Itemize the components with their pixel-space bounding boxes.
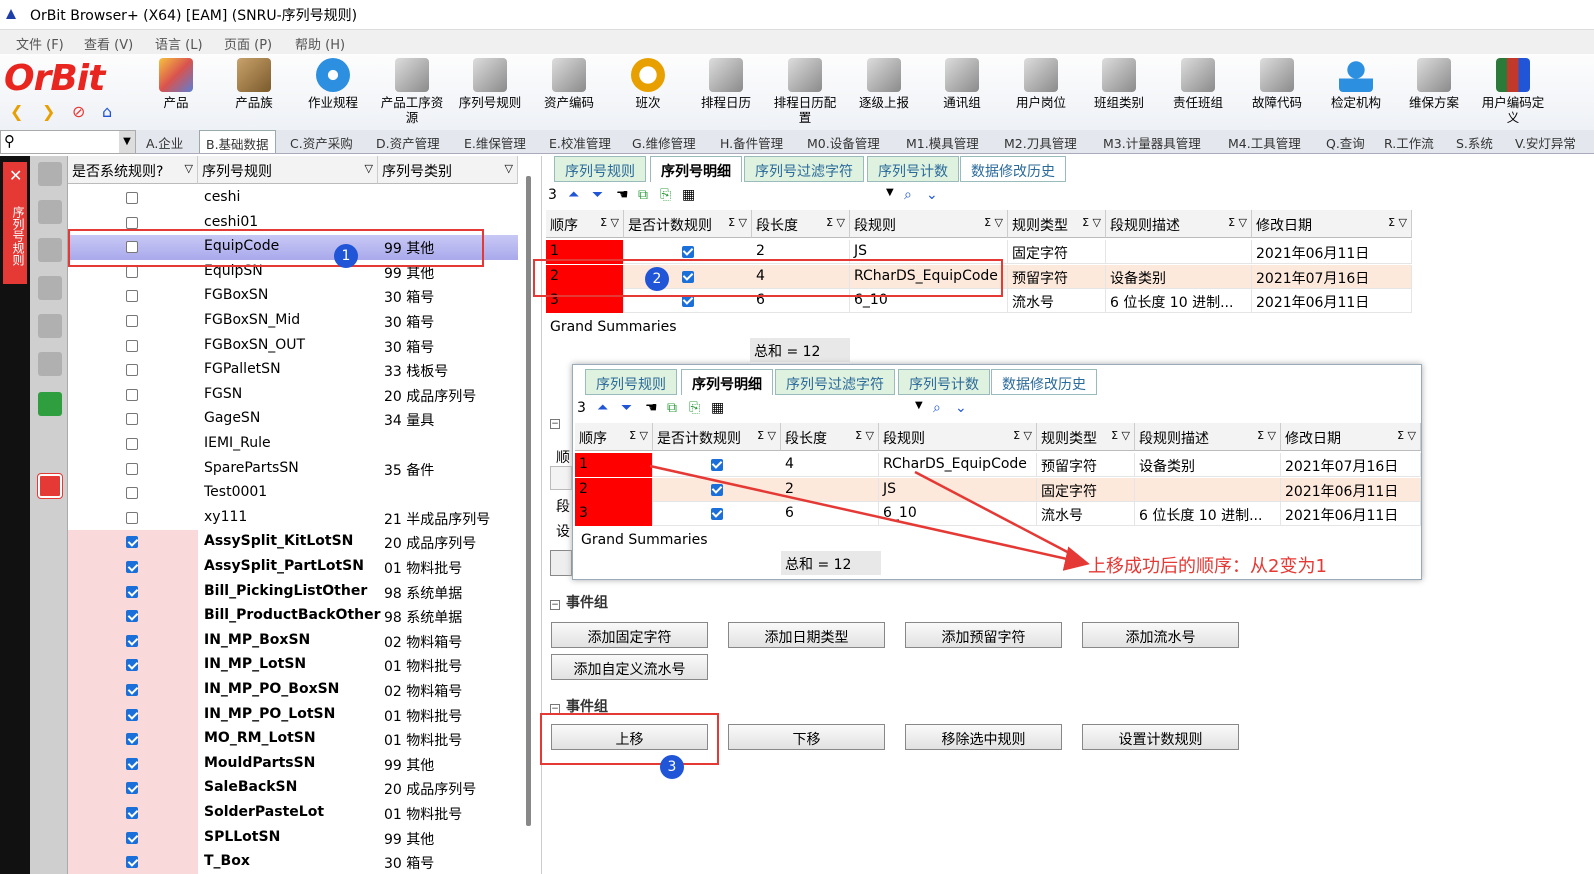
annotation-arrows	[649, 464, 1090, 571]
arrow-line	[649, 464, 1090, 571]
annotation-text: 上移成功后的顺序：从2变为1	[1088, 556, 1327, 577]
